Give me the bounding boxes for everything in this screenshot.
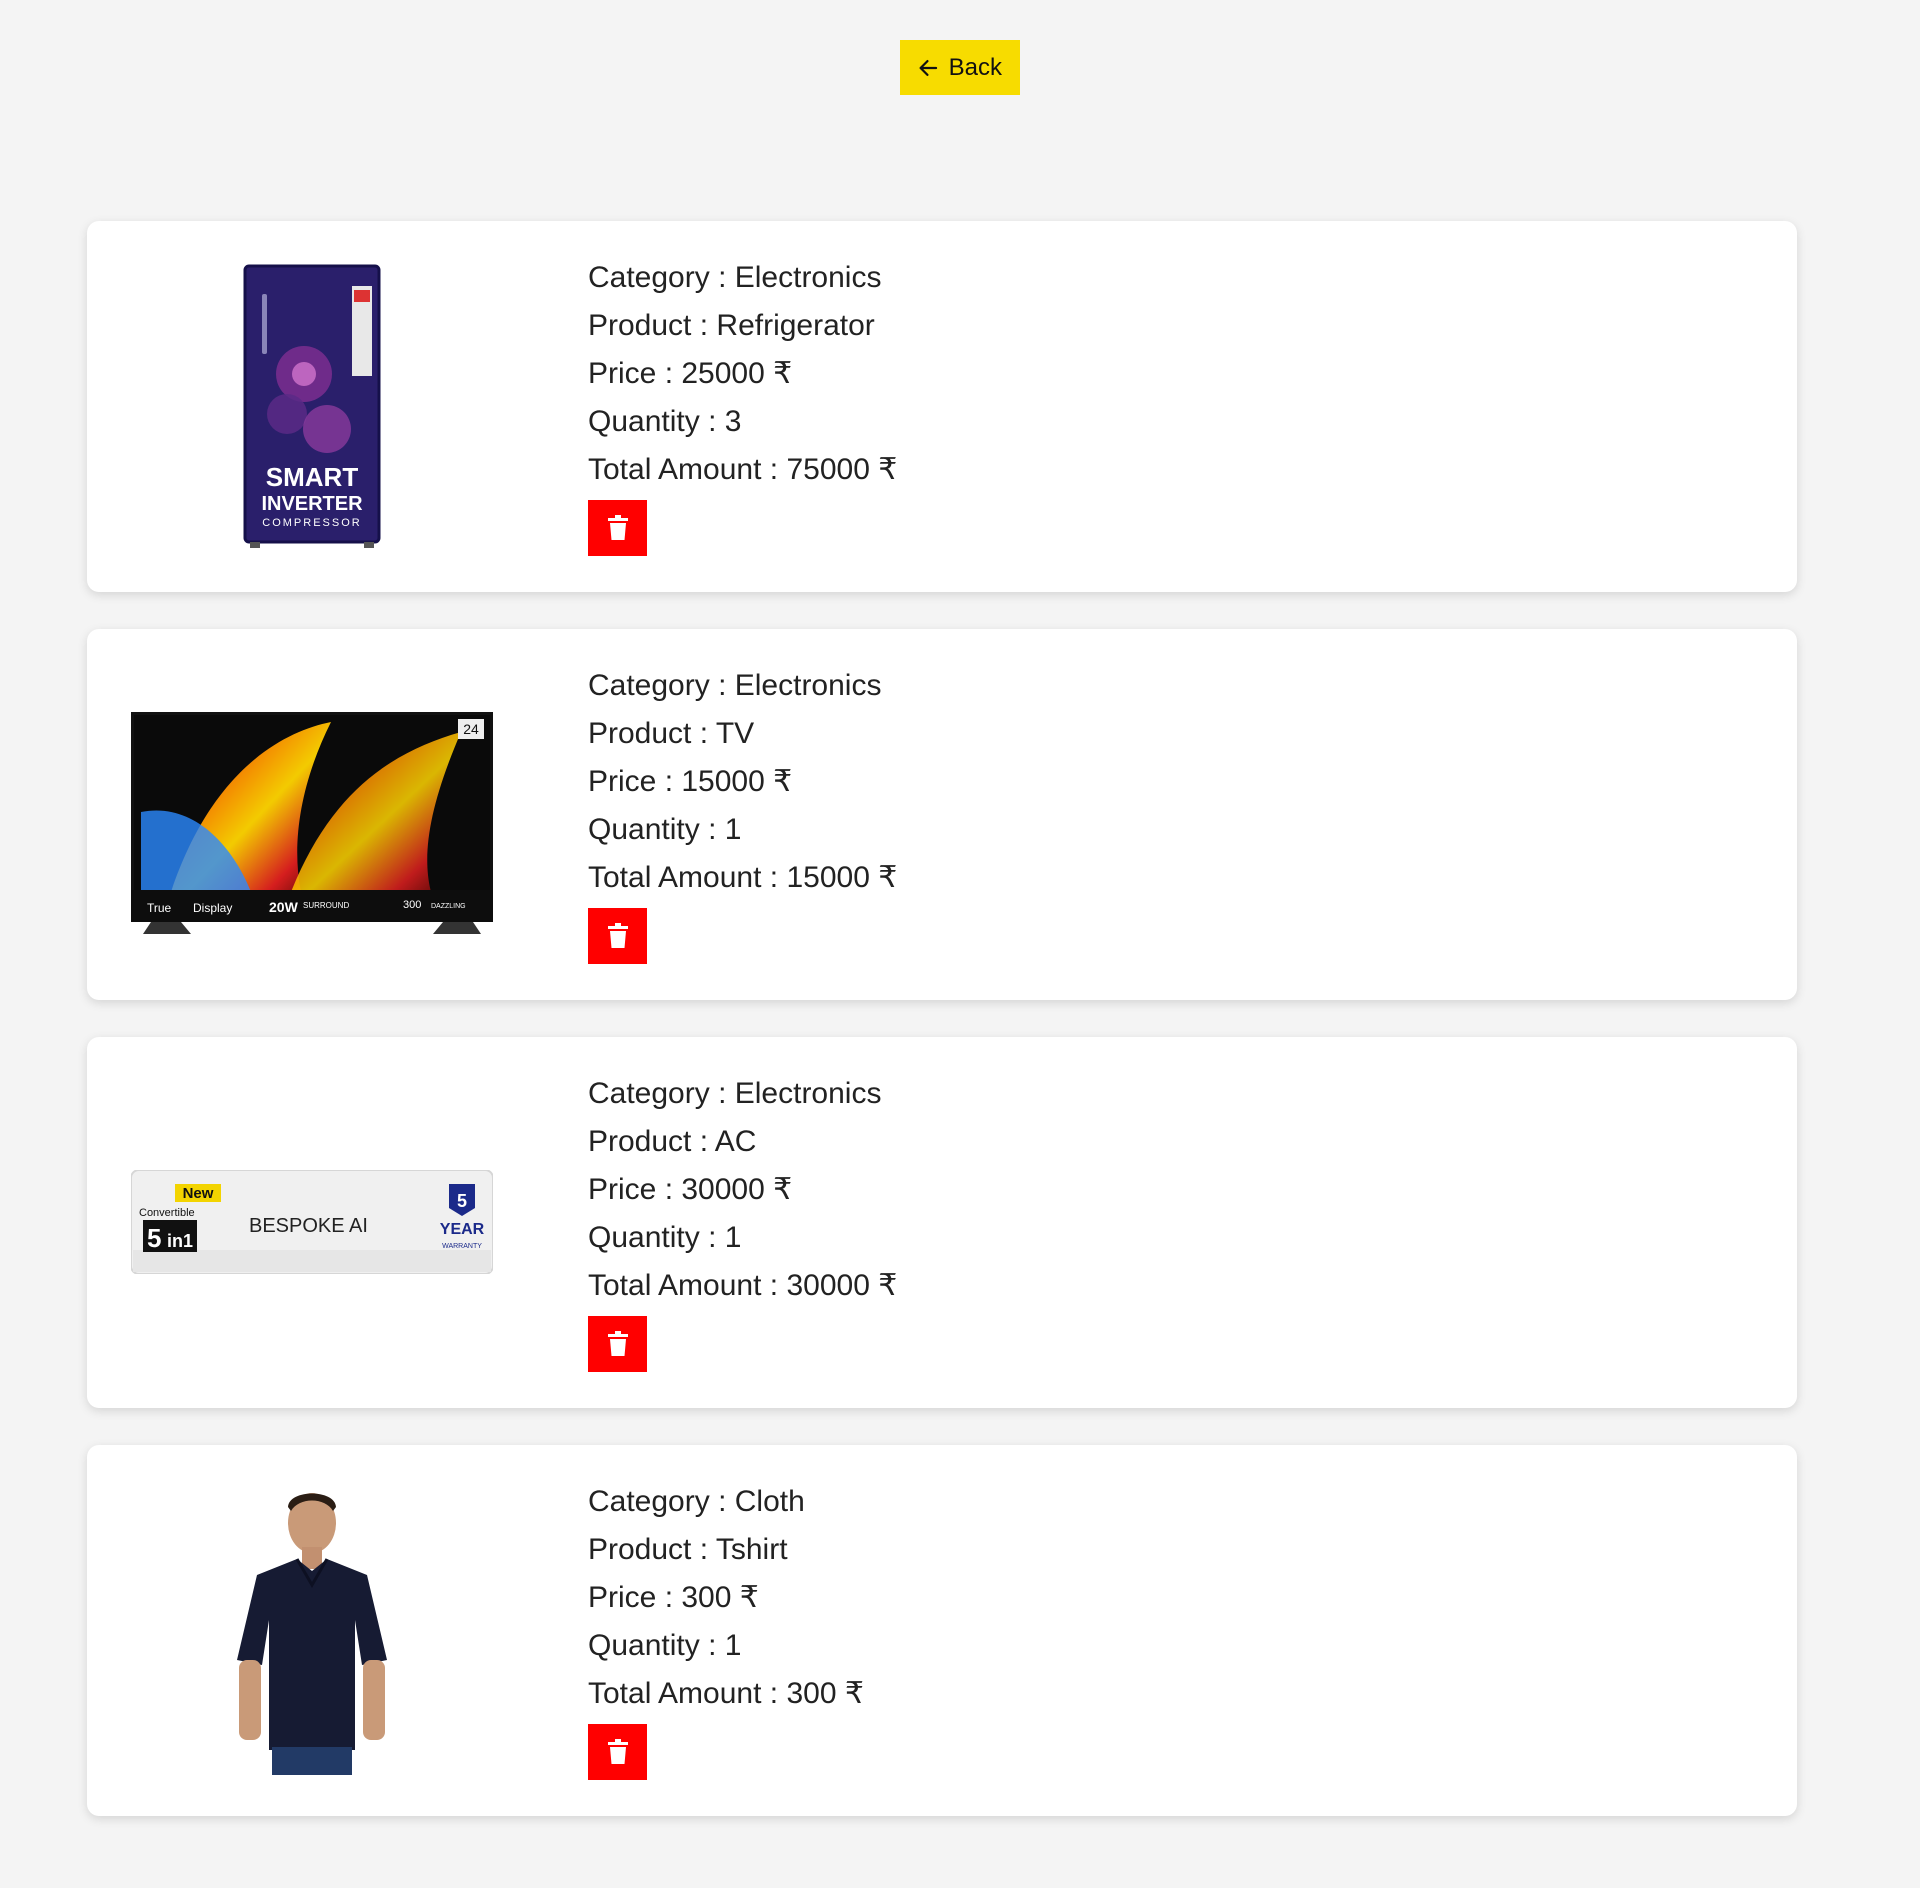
svg-text:BESPOKE AI: BESPOKE AI — [249, 1215, 368, 1237]
product-row: Product : Tshirt — [588, 1533, 788, 1566]
cart-item-card: SMART INVERTER COMPRESSOR Category : Ele… — [87, 221, 1797, 592]
svg-text:Convertible: Convertible — [139, 1207, 195, 1219]
trash-icon — [607, 923, 628, 948]
svg-text:COMPRESSOR: COMPRESSOR — [262, 517, 361, 529]
top-bar: Back — [900, 40, 1020, 95]
trash-icon — [607, 515, 628, 540]
category-row: Category : Electronics — [588, 669, 882, 702]
price-row: Price : 25000 ₹ — [588, 357, 793, 390]
delete-button[interactable] — [588, 500, 647, 556]
quantity-row: Quantity : 1 — [588, 1221, 742, 1254]
category-row: Category : Cloth — [588, 1485, 805, 1518]
product-image-tv: 24 True Display 20W SURROUND 300 DAZZLIN… — [127, 659, 497, 969]
delete-button[interactable] — [588, 1316, 647, 1372]
quantity-row: Quantity : 1 — [588, 1629, 742, 1662]
price-row: Price : 300 ₹ — [588, 1581, 759, 1614]
product-info: Category : Cloth Product : Tshirt Price … — [588, 1478, 864, 1780]
cart-item-card: New Convertible 5 in1 BESPOKE AI 5 YEAR … — [87, 1037, 1797, 1408]
svg-text:5: 5 — [147, 1223, 161, 1253]
total-row: Total Amount : 30000 ₹ — [588, 1269, 898, 1302]
svg-text:24: 24 — [463, 721, 479, 737]
product-row: Product : Refrigerator — [588, 309, 875, 342]
svg-text:New: New — [183, 1185, 214, 1202]
product-info: Category : Electronics Product : AC Pric… — [588, 1070, 897, 1372]
cart-list: SMART INVERTER COMPRESSOR Category : Ele… — [87, 221, 1797, 1853]
product-image-refrigerator: SMART INVERTER COMPRESSOR — [127, 251, 497, 561]
svg-text:SURROUND: SURROUND — [303, 901, 349, 910]
svg-text:True: True — [147, 901, 172, 915]
trash-icon — [607, 1331, 628, 1356]
product-image-tshirt — [127, 1475, 497, 1785]
trash-icon — [607, 1739, 628, 1764]
total-row: Total Amount : 15000 ₹ — [588, 861, 898, 894]
svg-text:YEAR: YEAR — [440, 1221, 485, 1238]
svg-text:in1: in1 — [167, 1231, 193, 1251]
total-row: Total Amount : 300 ₹ — [588, 1677, 864, 1710]
svg-text:INVERTER: INVERTER — [261, 493, 363, 515]
svg-text:SMART: SMART — [266, 462, 359, 492]
svg-text:300: 300 — [403, 899, 421, 911]
delete-button[interactable] — [588, 1724, 647, 1780]
product-row: Product : TV — [588, 717, 755, 750]
category-row: Category : Electronics — [588, 1077, 882, 1110]
svg-text:WARRANTY: WARRANTY — [442, 1243, 482, 1250]
quantity-row: Quantity : 3 — [588, 405, 742, 438]
back-button-label: Back — [948, 53, 1002, 81]
back-button[interactable]: Back — [900, 40, 1020, 95]
svg-text:Display: Display — [193, 901, 232, 915]
arrow-left-icon — [919, 59, 938, 76]
quantity-row: Quantity : 1 — [588, 813, 742, 846]
product-row: Product : AC — [588, 1125, 757, 1158]
svg-text:5: 5 — [457, 1191, 467, 1211]
price-row: Price : 30000 ₹ — [588, 1173, 793, 1206]
price-row: Price : 15000 ₹ — [588, 765, 793, 798]
product-info: Category : Electronics Product : TV Pric… — [588, 662, 897, 964]
category-row: Category : Electronics — [588, 261, 882, 294]
product-info: Category : Electronics Product : Refrige… — [588, 254, 897, 556]
svg-text:DAZZLING: DAZZLING — [431, 903, 466, 910]
cart-item-card: 24 True Display 20W SURROUND 300 DAZZLIN… — [87, 629, 1797, 1000]
cart-item-card: Category : Cloth Product : Tshirt Price … — [87, 1445, 1797, 1816]
product-image-ac: New Convertible 5 in1 BESPOKE AI 5 YEAR … — [127, 1067, 497, 1377]
total-row: Total Amount : 75000 ₹ — [588, 453, 898, 486]
svg-text:20W: 20W — [269, 899, 299, 915]
delete-button[interactable] — [588, 908, 647, 964]
